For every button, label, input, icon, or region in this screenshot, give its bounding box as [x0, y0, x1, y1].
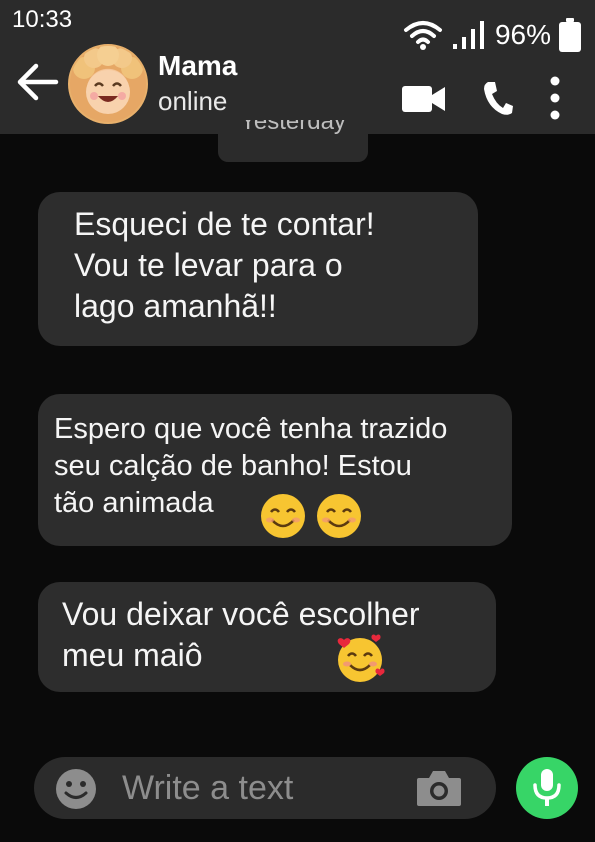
voice-record-button[interactable]: [516, 757, 578, 819]
message-bubble[interactable]: Vou deixar você escolher meu maiô: [38, 582, 496, 692]
message-text: Esqueci de te contar! Vou te levar para …: [74, 204, 375, 327]
phone-call-icon[interactable]: [482, 80, 514, 116]
message-bubble[interactable]: Esqueci de te contar! Vou te levar para …: [38, 192, 478, 346]
back-arrow-icon[interactable]: [14, 62, 60, 102]
wifi-icon: [403, 21, 442, 50]
avatar-face-icon: [73, 46, 143, 114]
status-time: 10:33: [12, 6, 73, 33]
message-line: tão animada: [54, 487, 214, 520]
signal-icon: [452, 21, 484, 49]
battery-percent: 96%: [494, 19, 551, 50]
battery-icon: [559, 18, 581, 52]
date-divider: Yesterday: [218, 120, 368, 162]
emoji-icon[interactable]: [54, 767, 98, 811]
contact-status: online: [158, 86, 228, 116]
avatar[interactable]: [68, 44, 148, 124]
message-line: Espero que você tenha trazido: [54, 413, 448, 445]
microphone-icon: [533, 769, 561, 806]
status-icons: 96%: [403, 18, 581, 52]
message-line: lago amanhã!!: [74, 287, 277, 324]
date-divider-label: Yesterday: [240, 120, 346, 135]
message-line: seu calção de banho! Estou: [54, 450, 412, 483]
message-input[interactable]: Write a text: [122, 769, 293, 808]
camera-icon[interactable]: [416, 768, 462, 808]
message-line: Vou deixar você escolher: [62, 596, 420, 632]
contact-name[interactable]: Mama: [158, 50, 237, 82]
message-line: Vou te levar para o: [74, 246, 343, 283]
message-input-bar[interactable]: Write a text: [34, 757, 496, 819]
message-text: Espero que você tenha trazido seu calção…: [54, 411, 447, 522]
message-line: Esqueci de te contar!: [74, 206, 375, 242]
smiling-face-icon: [261, 494, 305, 538]
more-options-icon[interactable]: [548, 76, 562, 120]
smiling-face-with-hearts-icon: [337, 634, 385, 682]
message-bubble[interactable]: Espero que você tenha trazido seu calção…: [38, 394, 512, 546]
smiling-face-icon: [317, 494, 361, 538]
video-call-icon[interactable]: [402, 84, 446, 114]
chat-header: 10:33 96% Mama online: [0, 0, 595, 134]
